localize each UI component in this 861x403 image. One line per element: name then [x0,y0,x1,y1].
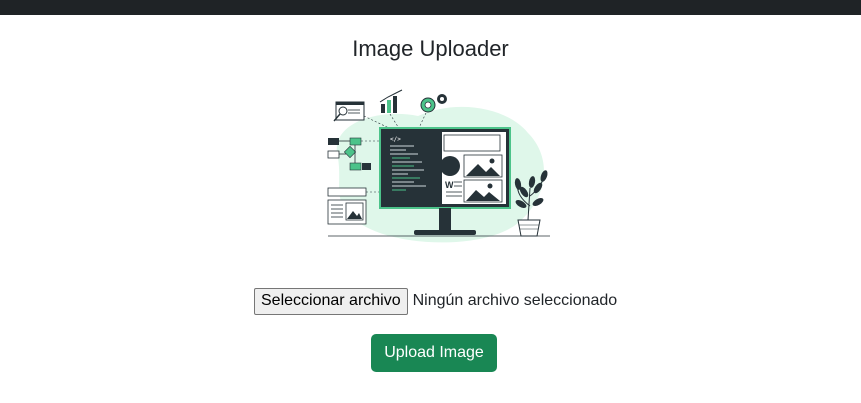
monitor-developer-illustration: </> W [327,89,550,243]
page-title: Image Uploader [352,36,509,61]
file-status-text: Ningún archivo seleccionado [412,292,618,309]
svg-text:</>: </> [390,136,401,143]
top-navbar [0,0,861,15]
bar-chart-icon [379,89,403,113]
upload-image-button[interactable]: Upload Image [371,334,497,372]
svg-text:W: W [445,180,454,190]
search-window-icon [333,101,365,122]
choose-file-button[interactable]: Seleccionar archivo [254,287,408,315]
file-input[interactable]: Seleccionar archivo Ningún archivo selec… [254,287,617,315]
